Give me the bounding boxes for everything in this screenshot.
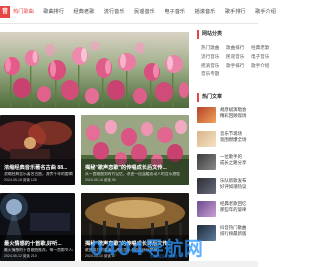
category-link[interactable]: 民谣音乐 xyxy=(226,54,251,60)
category-link[interactable]: 电子音乐 xyxy=(251,54,276,60)
card-title[interactable]: 最火情感的十首歌,好听... xyxy=(4,240,62,247)
nav-item-rock[interactable]: 摇滚音乐 xyxy=(195,8,216,15)
hot-article-list: 胡彦斌演唱会 精彩回顾现场 音乐节现场 氛围燃爆全场 一位歌手的 成长之路分享 乐队新… xyxy=(197,107,258,246)
category-link[interactable]: 流行音乐 xyxy=(201,54,226,60)
category-link[interactable]: 歌手介绍 xyxy=(251,63,276,69)
watermark-subtext: 0404DH.COM xyxy=(150,254,177,259)
category-link[interactable]: 摇滚音乐 xyxy=(201,63,226,69)
hot-article-item[interactable]: 乐队新歌发布 好评如潮热议 xyxy=(197,177,258,199)
top-nav-bar: 音 热门歌曲 歌曲排行 经典老歌 流行音乐 民谣音乐 电子音乐 摇滚音乐 歌手排… xyxy=(0,0,276,24)
category-section-title: 网站分类 xyxy=(197,30,258,39)
hot-article-title-cont: 那些年的旋律 xyxy=(220,207,247,213)
nav-item-classic[interactable]: 经典老歌 xyxy=(74,8,95,15)
hot-article-title-cont: 成长之路分享 xyxy=(220,160,247,166)
card-meta: 2024-05-16 阅读 96 xyxy=(85,178,116,182)
category-link[interactable]: 歌曲排行 xyxy=(226,45,251,51)
hot-article-thumbnail[interactable] xyxy=(197,201,216,218)
nav-item-song-rank[interactable]: 歌曲排行 xyxy=(43,8,64,15)
sidebar: 网站分类 热门歌曲 歌曲排行 经典老歌 流行音乐 民谣音乐 电子音乐 摇滚音乐 … xyxy=(197,30,269,248)
nav-item-folk[interactable]: 民谣音乐 xyxy=(134,8,155,15)
site-logo[interactable]: 音 xyxy=(0,6,10,18)
nav-item-pop[interactable]: 流行音乐 xyxy=(104,8,125,15)
hot-article-thumbnail[interactable] xyxy=(197,177,216,194)
article-card-1[interactable]: 浓缩经典音乐著名古曲 88... 浓缩经典音乐著名古曲，流传千年的旋律回响在耳边… xyxy=(0,115,75,185)
main-nav: 热门歌曲 歌曲排行 经典老歌 流行音乐 民谣音乐 电子音乐 摇滚音乐 歌手排行 … xyxy=(12,8,285,15)
hot-article-thumbnail[interactable] xyxy=(197,130,216,147)
hot-article-thumbnail[interactable] xyxy=(197,154,216,171)
card-title[interactable]: 揭秘"歌声恋歌"的传唱成长后文传... xyxy=(85,164,167,171)
nav-item-singer-intro[interactable]: 歌手介绍 xyxy=(255,8,276,15)
hot-article-thumbnail[interactable] xyxy=(197,107,216,124)
hot-article-item[interactable]: 经典老歌回忆 那些年的旋律 xyxy=(197,201,258,222)
card-summary: 最火情感的十首歌曲推荐，每一首都令人心动不已 xyxy=(4,248,73,252)
category-link[interactable]: 经典老歌 xyxy=(251,45,276,51)
category-link[interactable]: 音乐专题 xyxy=(201,71,226,77)
card-summary: 从一首歌曲到时代记忆，讲述一段温暖而动人的音乐旅程 xyxy=(85,172,180,176)
hot-section-title: 热门文章 xyxy=(197,93,258,103)
category-link[interactable]: 热门歌曲 xyxy=(201,45,226,51)
footer-strip xyxy=(0,261,258,267)
nav-item-hot-songs[interactable]: 热门歌曲 xyxy=(13,8,34,15)
card-meta: 2024-05-12 阅读 210 xyxy=(4,254,37,258)
hot-article-title-cont: 好评如潮热议 xyxy=(220,183,247,189)
card-summary: 浓缩经典音乐著名古曲，流传千年的旋律回响在耳边 xyxy=(4,172,73,176)
tulip-field-image xyxy=(0,32,189,108)
hot-article-title-cont: 氛围燃爆全场 xyxy=(220,136,247,142)
article-card-3[interactable]: 最火情感的十首歌,好听... 最火情感的十首歌曲推荐，每一首都令人心动不已 20… xyxy=(0,193,75,261)
hot-article-title-cont: 排行榜最新版 xyxy=(220,230,247,236)
article-card-2[interactable]: 揭秘"歌声恋歌"的传唱成长后文传... 从一首歌曲到时代记忆，讲述一段温暖而动人… xyxy=(81,115,189,185)
hero-banner[interactable] xyxy=(0,32,189,108)
hot-article-title-cont: 精彩回顾现场 xyxy=(220,113,247,119)
category-link[interactable]: 歌手排行 xyxy=(226,63,251,69)
card-meta: 2024-05-18 阅读 128 xyxy=(4,178,37,182)
nav-item-singer-rank[interactable]: 歌手排行 xyxy=(225,8,246,15)
hot-article-item[interactable]: 一位歌手的 成长之路分享 xyxy=(197,154,258,175)
category-grid: 热门歌曲 歌曲排行 经典老歌 流行音乐 民谣音乐 电子音乐 摇滚音乐 歌手排行 … xyxy=(201,45,269,77)
hot-article-item[interactable]: 抖音热门歌曲 排行榜最新版 xyxy=(197,224,258,246)
hot-article-item[interactable]: 音乐节现场 氛围燃爆全场 xyxy=(197,130,258,152)
watermark-text: 0404导航网 xyxy=(90,238,204,260)
hot-article-item[interactable]: 胡彦斌演唱会 精彩回顾现场 xyxy=(197,107,258,128)
card-title[interactable]: 浓缩经典音乐著名古曲 88... xyxy=(4,164,67,171)
nav-item-electronic[interactable]: 电子音乐 xyxy=(164,8,185,15)
